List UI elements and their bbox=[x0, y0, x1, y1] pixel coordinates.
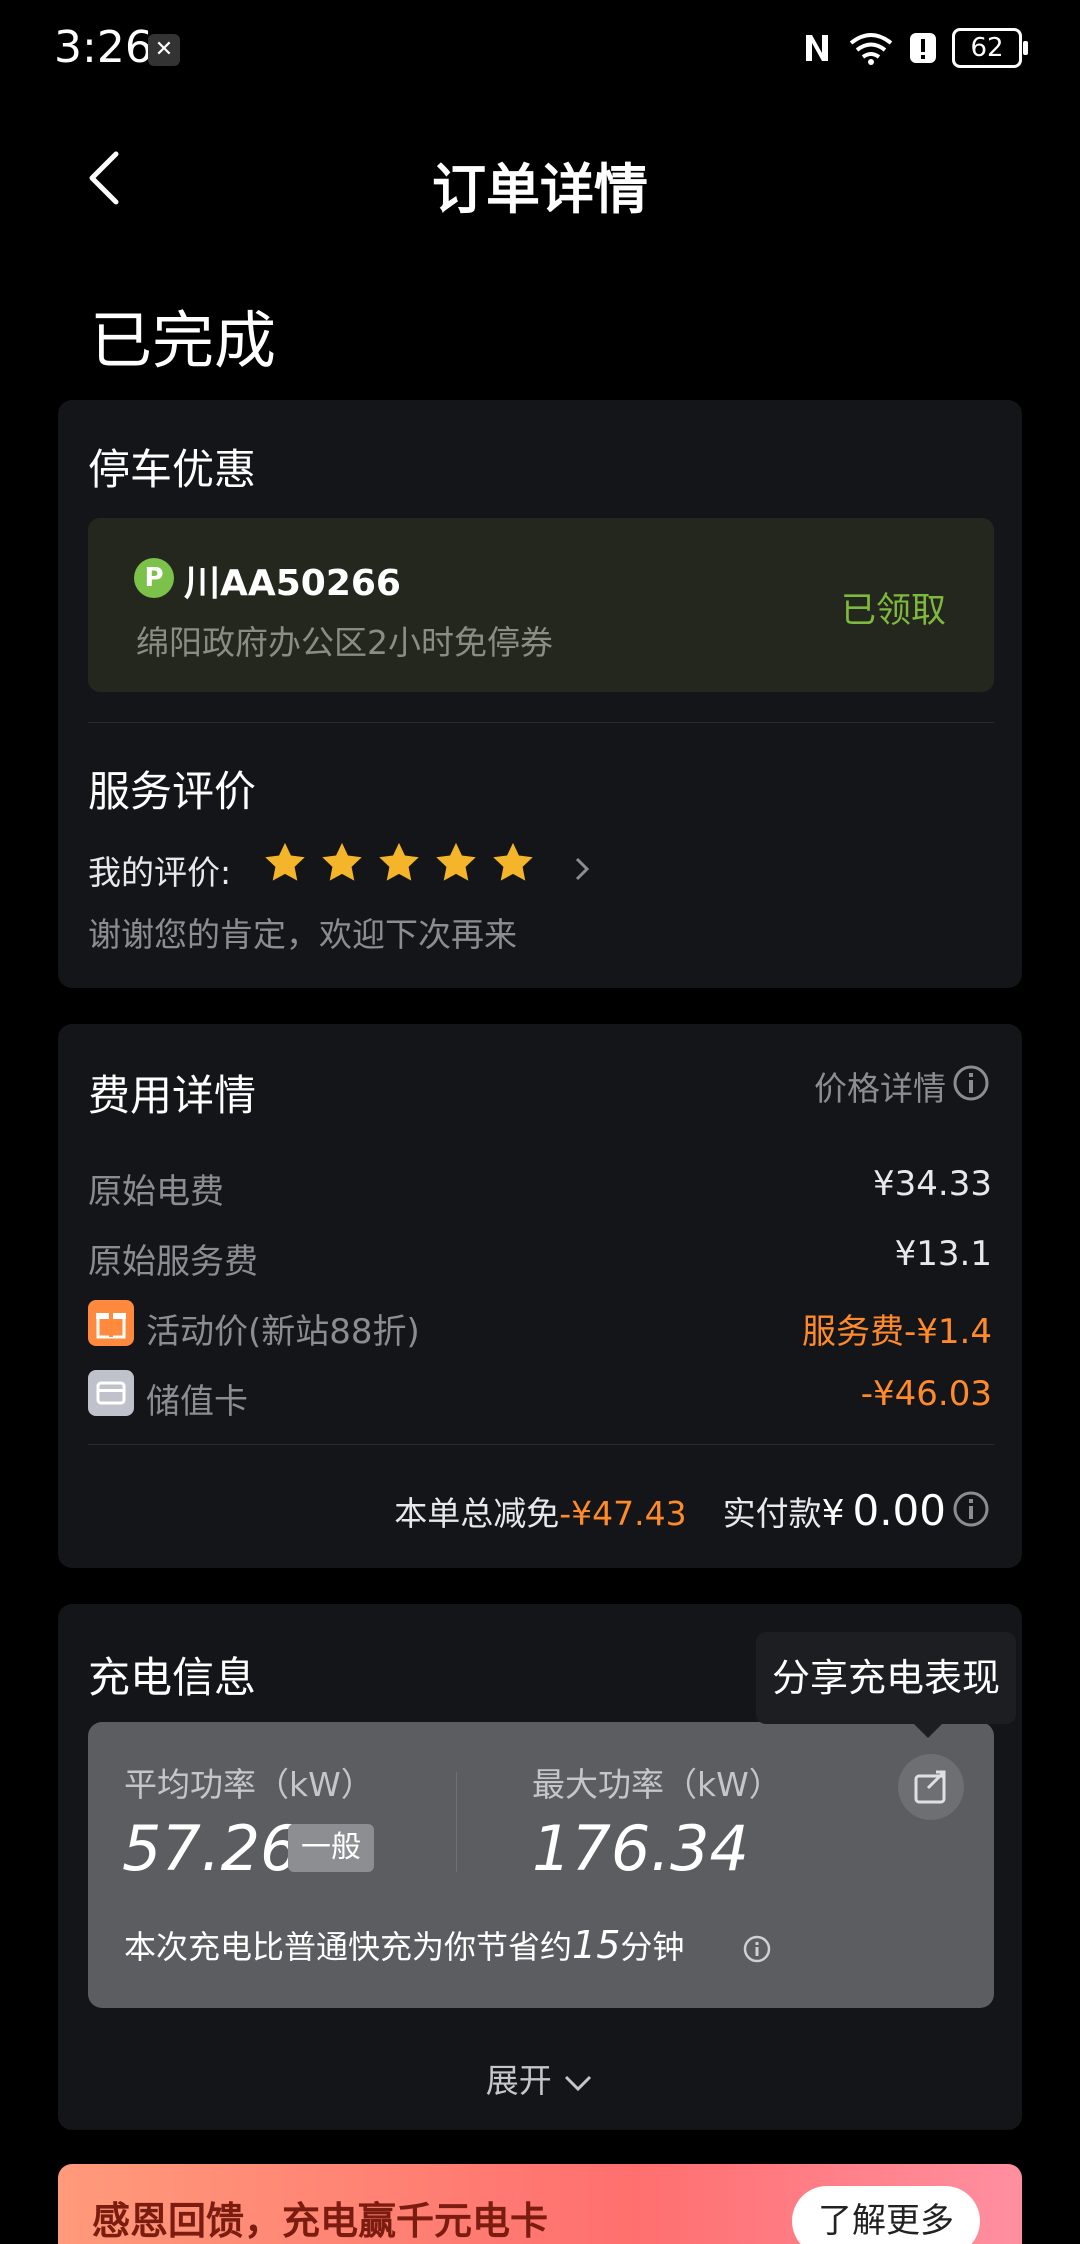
parking-p-icon: P bbox=[134, 558, 174, 598]
avg-power-label: 平均功率（kW） bbox=[124, 1765, 374, 1804]
divider bbox=[88, 1444, 994, 1445]
total-discount-label: 本单总减免 bbox=[394, 1494, 560, 1533]
battery-indicator: 62 bbox=[952, 28, 1028, 68]
learn-more-button[interactable]: 了解更多 bbox=[792, 2186, 980, 2244]
card-icon bbox=[88, 1370, 134, 1416]
parking-section-title: 停车优惠 bbox=[88, 445, 257, 494]
fee-summary: 本单总减免 -¥47.43 实付款 ¥ 0.00 bbox=[394, 1486, 946, 1535]
nfc-icon bbox=[806, 35, 828, 61]
share-button[interactable] bbox=[898, 1754, 964, 1820]
share-icon bbox=[914, 1770, 946, 1804]
share-tooltip: 分享充电表现 bbox=[755, 1632, 1016, 1738]
charging-section-title: 充电信息 bbox=[88, 1653, 257, 1702]
expand-button[interactable]: 展开 bbox=[58, 2054, 1022, 2102]
star-icon bbox=[322, 842, 362, 881]
rating-stars[interactable] bbox=[262, 840, 547, 890]
fee-row-label: 原始电费 bbox=[88, 1172, 224, 1212]
notification-icon: ✕ bbox=[148, 34, 180, 66]
fee-row-value: -¥46.03 bbox=[860, 1374, 992, 1414]
parking-coupon[interactable]: P 川AA50266 绵阳政府办公区2小时免停券 已领取 bbox=[88, 518, 994, 692]
avg-level-tag: 一般 bbox=[288, 1824, 374, 1872]
total-discount-value: -¥47.43 bbox=[559, 1494, 687, 1533]
paid-currency: ¥ bbox=[821, 1493, 845, 1534]
price-detail-link[interactable]: 价格详情 bbox=[814, 1062, 946, 1110]
status-icons: 62 bbox=[800, 28, 1028, 68]
coupon-state: 已领取 bbox=[840, 591, 946, 631]
info-icon[interactable] bbox=[742, 1934, 772, 1964]
fee-row-label: 原始服务费 bbox=[88, 1242, 258, 1282]
info-icon[interactable] bbox=[952, 1064, 990, 1102]
saving-prefix: 本次充电比普通快充为你节省约 bbox=[124, 1928, 573, 1966]
alert-icon bbox=[910, 33, 936, 63]
review-message: 谢谢您的肯定，欢迎下次再来 bbox=[88, 915, 517, 954]
star-icon bbox=[436, 842, 476, 881]
divider bbox=[88, 722, 994, 723]
info-icon[interactable] bbox=[952, 1490, 990, 1528]
divider bbox=[456, 1772, 457, 1872]
wifi-icon bbox=[849, 33, 893, 65]
star-icon bbox=[265, 842, 305, 881]
max-power-value: 176.34 bbox=[532, 1812, 749, 1885]
fee-section-title: 费用详情 bbox=[88, 1071, 257, 1120]
power-stats: 平均功率（kW） 57.26 一般 最大功率（kW） 176.34 本次充电比普… bbox=[88, 1722, 994, 2008]
page-title: 订单详情 bbox=[432, 158, 648, 221]
paid-amount: 0.00 bbox=[852, 1486, 946, 1535]
order-status: 已完成 bbox=[90, 304, 277, 377]
chevron-right-icon[interactable] bbox=[572, 854, 592, 884]
banner-text: 感恩回馈，充电赢千元电卡 bbox=[92, 2199, 549, 2243]
parking-review-card: 停车优惠 P 川AA50266 绵阳政府办公区2小时免停券 已领取 服务评价 我… bbox=[58, 400, 1022, 988]
chevron-down-icon bbox=[565, 2075, 592, 2091]
coupon-description: 绵阳政府办公区2小时免停券 bbox=[136, 623, 553, 662]
status-time: 3:26 bbox=[54, 22, 153, 73]
avg-power-value: 57.26 bbox=[122, 1812, 300, 1885]
fee-row-value: ¥34.33 bbox=[873, 1164, 992, 1204]
max-power-label: 最大功率（kW） bbox=[532, 1765, 782, 1804]
paid-label: 实付款 bbox=[722, 1494, 822, 1533]
promo-banner[interactable]: 感恩回馈，充电赢千元电卡 了解更多 bbox=[58, 2164, 1022, 2244]
fee-row-label: 活动价(新站88折) bbox=[146, 1312, 420, 1352]
my-rating-label: 我的评价: bbox=[88, 853, 232, 892]
fee-row-value: 服务费-¥1.4 bbox=[802, 1312, 992, 1352]
star-icon bbox=[493, 842, 533, 881]
fee-row-label: 储值卡 bbox=[146, 1382, 248, 1422]
star-icon bbox=[379, 842, 419, 881]
fee-row-value: ¥13.1 bbox=[894, 1234, 992, 1274]
review-section-title: 服务评价 bbox=[88, 767, 257, 816]
fee-card: 费用详情 价格详情 原始电费 ¥34.33 原始服务费 ¥13.1 活动价(新站… bbox=[58, 1024, 1022, 1568]
saving-note: 本次充电比普通快充为你节省约15分钟 bbox=[124, 1922, 684, 1968]
license-plate: 川AA50266 bbox=[184, 563, 401, 604]
saving-minutes: 15 bbox=[572, 1923, 621, 1967]
gift-icon bbox=[88, 1300, 134, 1346]
expand-label: 展开 bbox=[485, 2061, 552, 2100]
saving-suffix: 分钟 bbox=[620, 1928, 685, 1966]
